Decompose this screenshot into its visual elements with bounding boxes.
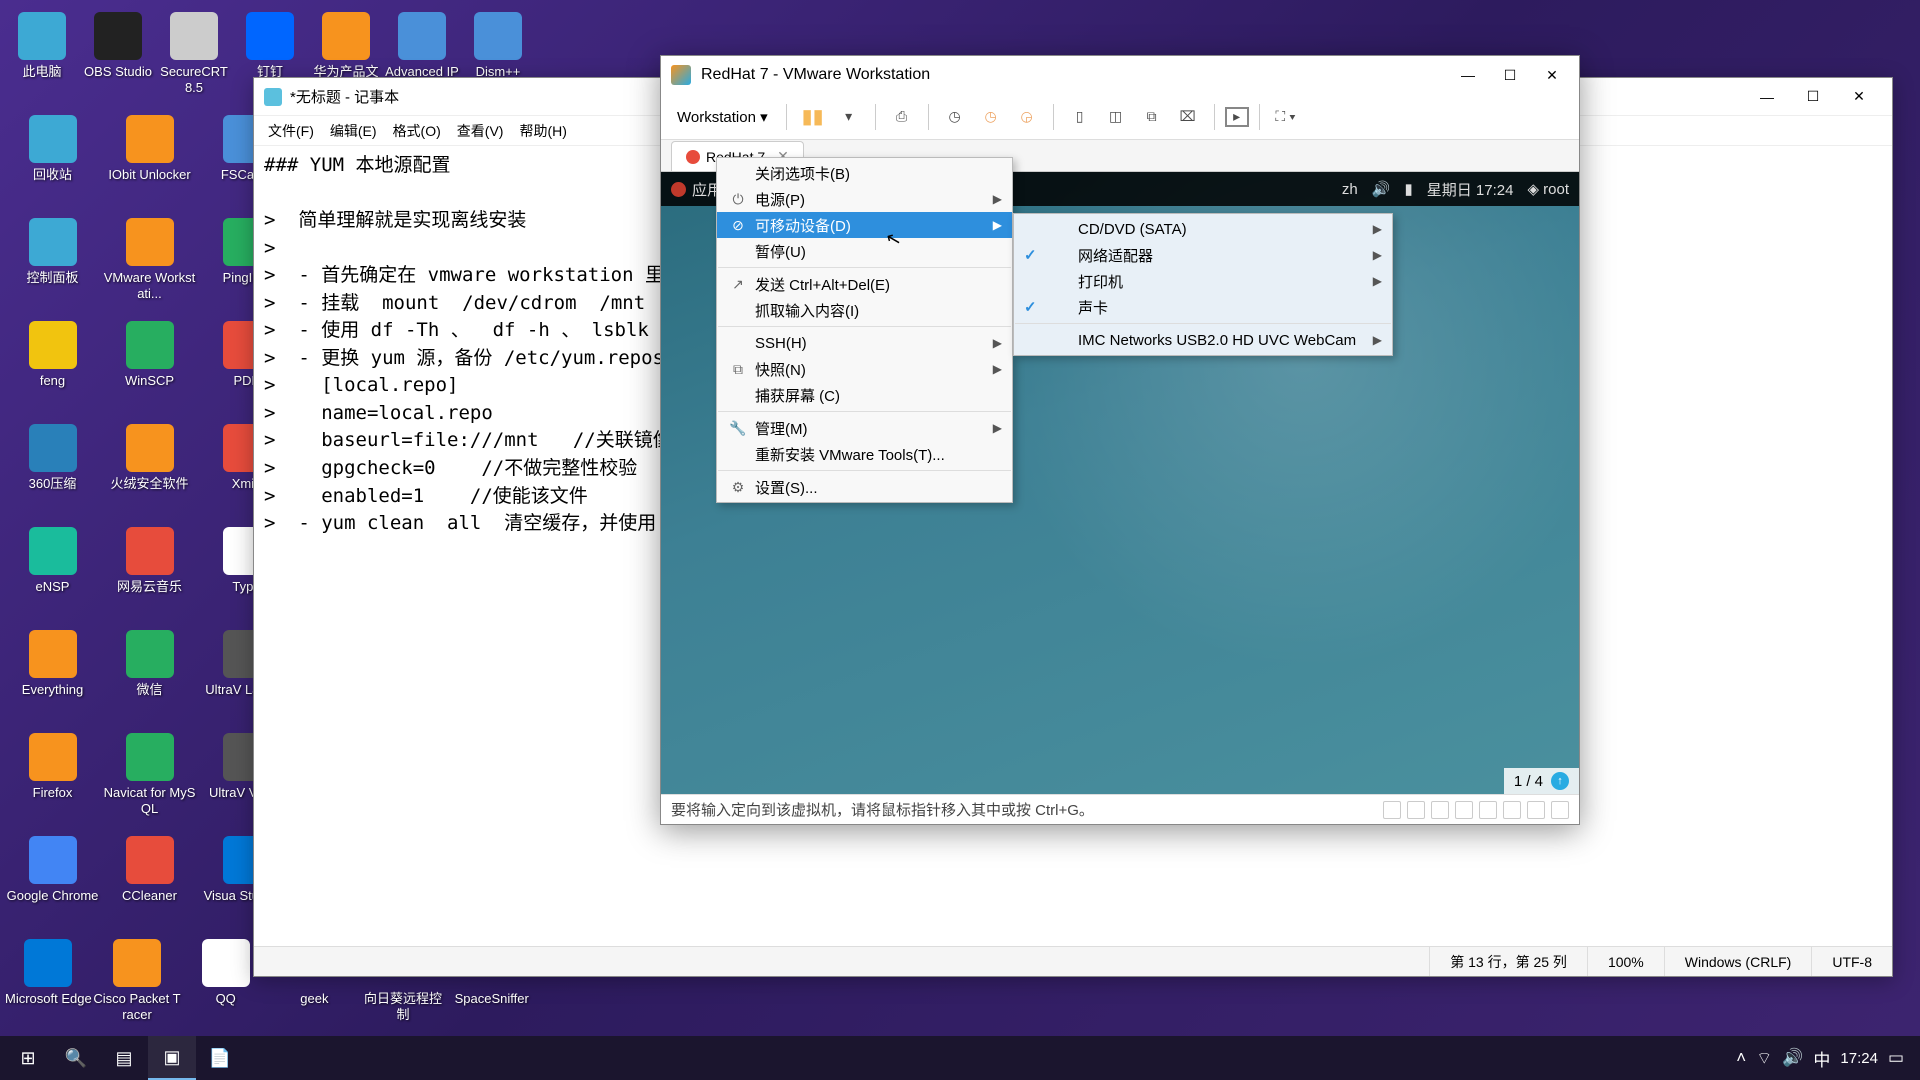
- battery-icon[interactable]: ▮: [1404, 180, 1412, 198]
- notepad-statusbar: 第 13 行，第 25 列 100% Windows (CRLF) UTF-8: [254, 946, 1892, 976]
- vm-hintbar: 要将输入定向到该虚拟机，请将鼠标指针移入其中或按 Ctrl+G。: [661, 794, 1579, 824]
- menu-item[interactable]: ↗发送 Ctrl+Alt+Del(E): [717, 271, 1012, 297]
- menu-item[interactable]: 帮助(H): [511, 117, 574, 145]
- desktop-icon[interactable]: 此电脑: [4, 8, 80, 111]
- menu-item[interactable]: 编辑(E): [322, 117, 385, 145]
- vm-pager: 1 / 4 ↑: [1504, 768, 1579, 794]
- taskbar-notepad[interactable]: 📄: [196, 1036, 244, 1080]
- vmware-titlebar[interactable]: RedHat 7 - VMware Workstation — ☐ ✕: [661, 56, 1579, 94]
- desktop-icon[interactable]: 网易云音乐: [101, 523, 198, 626]
- menu-item[interactable]: ⊘可移动设备(D)▶: [717, 212, 1012, 238]
- menu-item[interactable]: 暂停(U): [717, 238, 1012, 264]
- desktop-icon[interactable]: SecureCRT 8.5: [156, 8, 232, 111]
- send-button[interactable]: ⎙: [886, 101, 918, 133]
- snapshot-manage-icon[interactable]: ◶: [1011, 101, 1043, 133]
- maximize-button[interactable]: ☐: [1489, 60, 1531, 90]
- snapshot-icon[interactable]: ◷: [939, 101, 971, 133]
- menu-item[interactable]: ⏻电源(P)▶: [717, 186, 1012, 212]
- minimize-button[interactable]: —: [1447, 60, 1489, 90]
- view-single-icon[interactable]: ▯: [1064, 101, 1096, 133]
- taskbar: ⊞ 🔍 ▤ ▣ 📄 ˄ ⌔ 🔊 中 17:24 ▭: [0, 1036, 1920, 1080]
- desktop-icon[interactable]: 微信: [101, 626, 198, 729]
- desktop-icon[interactable]: Microsoft Edge: [4, 935, 93, 1038]
- maximize-button[interactable]: ☐: [1790, 82, 1836, 112]
- vmware-icon: [671, 65, 691, 85]
- gnome-activities[interactable]: 应用: [671, 179, 722, 200]
- status-pos: 第 13 行，第 25 列: [1429, 947, 1587, 976]
- desktop-icon[interactable]: 控制面板: [4, 214, 101, 317]
- ime-icon[interactable]: 中: [1813, 1046, 1830, 1071]
- gnome-date[interactable]: 星期日 17:24: [1427, 179, 1514, 200]
- desktop-icon[interactable]: eNSP: [4, 523, 101, 626]
- menu-item[interactable]: ✓网络适配器▶: [1014, 242, 1392, 268]
- desktop-icon[interactable]: IObit Unlocker: [101, 111, 198, 214]
- menu-item[interactable]: 查看(V): [449, 117, 512, 145]
- gnome-lang[interactable]: zh: [1342, 181, 1358, 198]
- desktop-icon[interactable]: Firefox: [4, 729, 101, 832]
- desktop-icon[interactable]: OBS Studio: [80, 8, 156, 111]
- status-zoom: 100%: [1587, 947, 1664, 976]
- menu-item[interactable]: 格式(O): [385, 117, 449, 145]
- status-eol: Windows (CRLF): [1664, 947, 1812, 976]
- menu-item[interactable]: CD/DVD (SATA)▶: [1014, 216, 1392, 242]
- notepad-icon: [264, 88, 282, 106]
- view-split-icon[interactable]: ◫: [1100, 101, 1132, 133]
- status-enc: UTF-8: [1811, 947, 1892, 976]
- start-button[interactable]: ⊞: [4, 1036, 52, 1080]
- menu-item[interactable]: ⧉快照(N)▶: [717, 356, 1012, 382]
- desktop-icon[interactable]: Navicat for MySQL: [101, 729, 198, 832]
- system-tray: ˄ ⌔ 🔊 中 17:24 ▭: [1736, 1046, 1916, 1071]
- menu-item[interactable]: 重新安装 VMware Tools(T)...: [717, 441, 1012, 467]
- snapshot-take-icon[interactable]: ◷: [975, 101, 1007, 133]
- desktop-icon[interactable]: feng: [4, 317, 101, 420]
- menu-item[interactable]: ✓声卡: [1014, 294, 1392, 320]
- menu-item[interactable]: 文件(F): [260, 117, 322, 145]
- desktop-icon[interactable]: Cisco Packet Tracer: [93, 935, 182, 1038]
- fullscreen-icon[interactable]: ▸: [1225, 107, 1249, 127]
- vmware-title: RedHat 7 - VMware Workstation: [701, 66, 1447, 84]
- search-button[interactable]: 🔍: [52, 1036, 100, 1080]
- vmware-toolbar: Workstation ▾ ▮▮ ▾ ⎙ ◷ ◷ ◶ ▯ ◫ ⧉ ⌧ ▸ ⛶ ▾: [661, 94, 1579, 140]
- notifications-icon[interactable]: ▭: [1888, 1048, 1904, 1068]
- taskview-button[interactable]: ▤: [100, 1036, 148, 1080]
- menu-item[interactable]: 打印机▶: [1014, 268, 1392, 294]
- gnome-user[interactable]: ◈ root: [1527, 180, 1569, 198]
- device-icons: [1383, 801, 1569, 819]
- volume-icon[interactable]: 🔊: [1372, 180, 1391, 198]
- wifi-icon[interactable]: ⌔: [1756, 1048, 1772, 1069]
- stretch-icon[interactable]: ⛶ ▾: [1270, 101, 1302, 133]
- desktop-icon[interactable]: 火绒安全软件: [101, 420, 198, 523]
- desktop-icon[interactable]: VMware Workstati...: [101, 214, 198, 317]
- close-button[interactable]: ✕: [1531, 60, 1573, 90]
- menu-item[interactable]: 抓取输入内容(I): [717, 297, 1012, 323]
- minimize-button[interactable]: —: [1744, 82, 1790, 112]
- taskbar-vmware[interactable]: ▣: [148, 1036, 196, 1080]
- pause-button[interactable]: ▮▮: [797, 101, 829, 133]
- menu-item[interactable]: 🔧管理(M)▶: [717, 415, 1012, 441]
- tray-up-icon[interactable]: ˄: [1736, 1048, 1746, 1068]
- view-console-icon[interactable]: ⌧: [1172, 101, 1204, 133]
- menu-item[interactable]: SSH(H)▶: [717, 330, 1012, 356]
- desktop-icon[interactable]: Everything: [4, 626, 101, 729]
- menu-item[interactable]: IMC Networks USB2.0 HD UVC WebCam▶: [1014, 327, 1392, 353]
- update-icon[interactable]: ↑: [1551, 772, 1569, 790]
- menu-item[interactable]: 关闭选项卡(B): [717, 160, 1012, 186]
- desktop-icon[interactable]: Google Chrome: [4, 832, 101, 935]
- workstation-menu[interactable]: Workstation ▾: [669, 104, 776, 130]
- menu-item[interactable]: ⚙设置(S)...: [717, 474, 1012, 500]
- removable-devices-submenu: CD/DVD (SATA)▶✓网络适配器▶打印机▶✓声卡 IMC Networks…: [1013, 213, 1393, 356]
- vm-context-menu: 关闭选项卡(B)⏻电源(P)▶⊘可移动设备(D)▶暂停(U) ↗发送 Ctrl+A…: [716, 157, 1013, 503]
- taskbar-clock[interactable]: 17:24: [1840, 1050, 1878, 1067]
- desktop-icon[interactable]: 360压缩: [4, 420, 101, 523]
- close-button[interactable]: ✕: [1836, 82, 1882, 112]
- dropdown-icon[interactable]: ▾: [833, 101, 865, 133]
- desktop-icon[interactable]: WinSCP: [101, 317, 198, 420]
- desktop-icon[interactable]: CCleaner: [101, 832, 198, 935]
- view-unity-icon[interactable]: ⧉: [1136, 101, 1168, 133]
- redhat-icon: [686, 150, 700, 164]
- redhat-icon: [671, 182, 686, 197]
- desktop-icon[interactable]: 回收站: [4, 111, 101, 214]
- volume-icon[interactable]: 🔊: [1782, 1048, 1803, 1068]
- menu-item[interactable]: 捕获屏幕 (C): [717, 382, 1012, 408]
